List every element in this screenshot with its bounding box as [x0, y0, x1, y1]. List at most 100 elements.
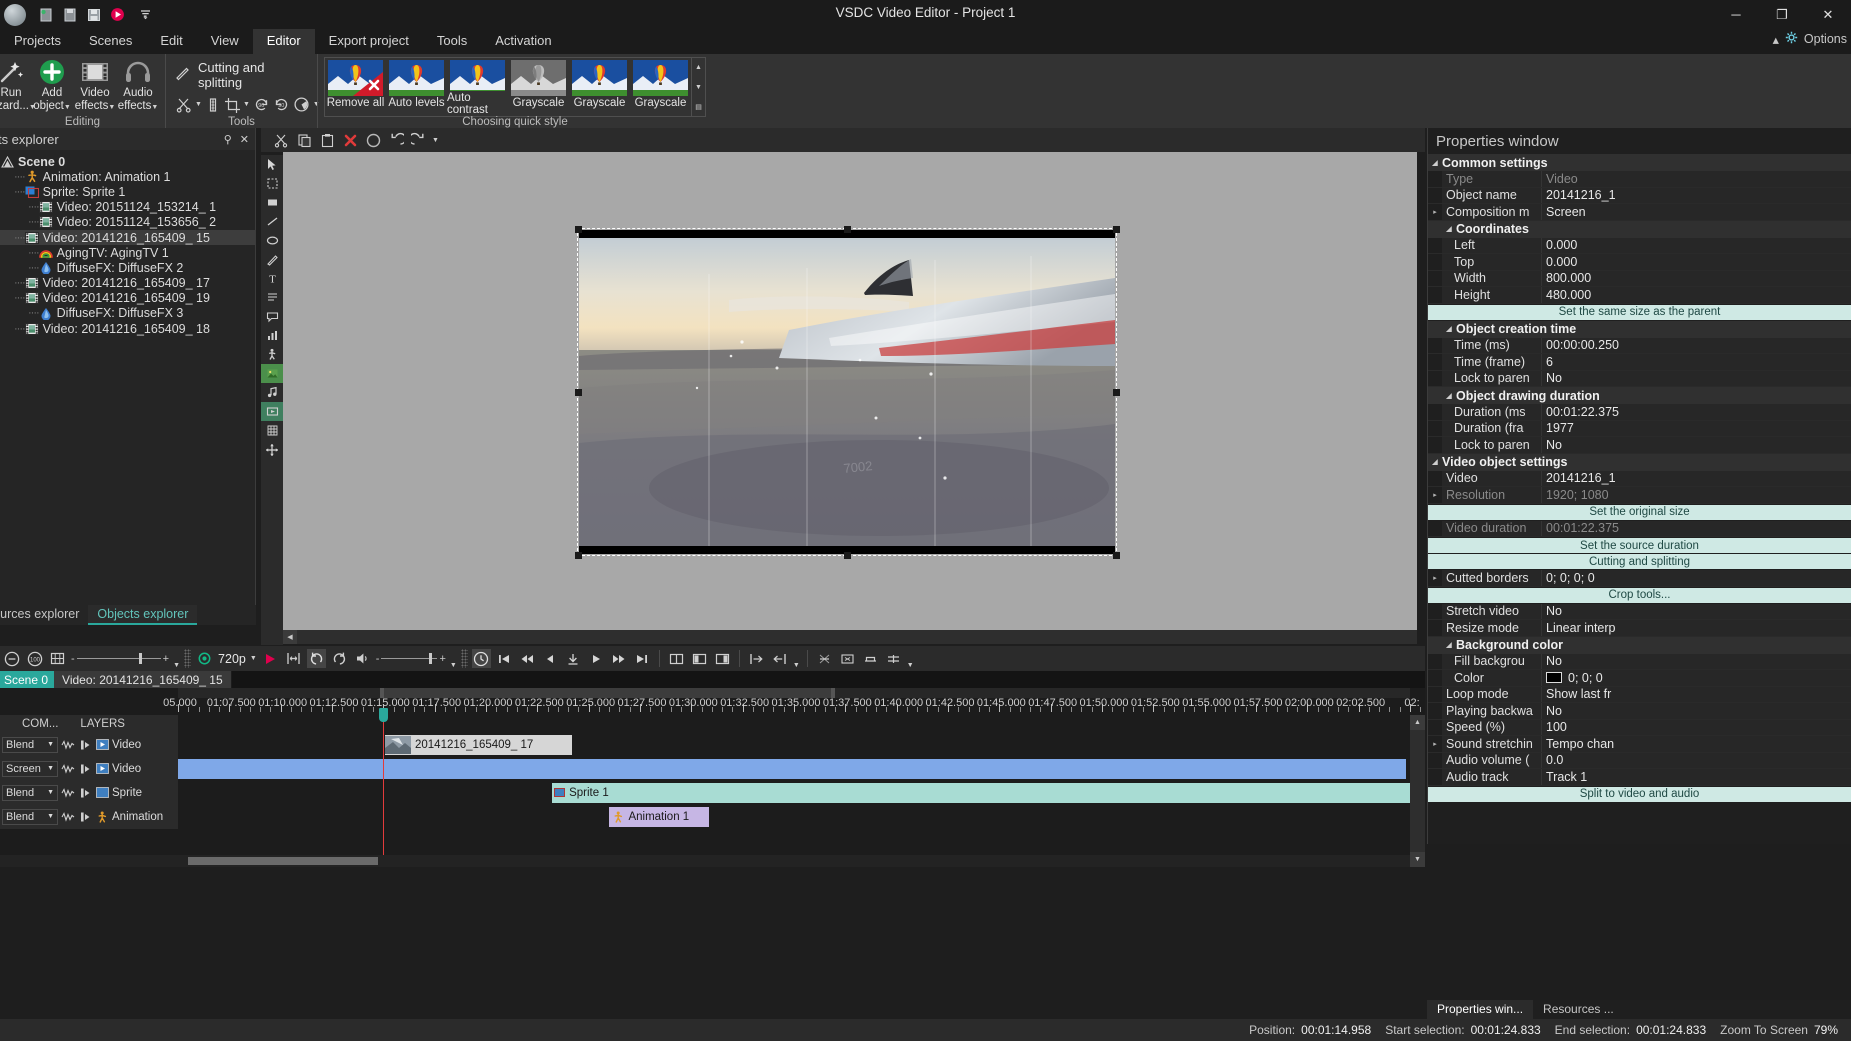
- track-lane[interactable]: Sprite 1: [178, 780, 1425, 805]
- tree-item[interactable]: ···· Video: 20141216_165409_ 19: [0, 291, 255, 306]
- breadcrumb-object[interactable]: Video: 20141216_165409_ 15: [54, 671, 232, 688]
- scissors-caret-icon[interactable]: ▼: [195, 101, 202, 108]
- property-expand-icon[interactable]: [1428, 753, 1442, 769]
- stop-icon[interactable]: [363, 130, 383, 150]
- property-row[interactable]: Height 480.000: [1428, 287, 1851, 304]
- track-lock-icon[interactable]: [78, 738, 92, 752]
- group-collapse-icon[interactable]: ◢: [1428, 159, 1442, 167]
- property-row[interactable]: Duration (fra 1977: [1428, 420, 1851, 437]
- split-view-icon[interactable]: [667, 649, 686, 668]
- rewind-icon[interactable]: [518, 649, 537, 668]
- property-row[interactable]: Fill backgrou No: [1428, 653, 1851, 670]
- timeline-hscroll-thumb[interactable]: [188, 857, 378, 865]
- timeline-ruler-zone[interactable]: 05.000 01:07.500 01:10.000 01:12.500 01:15.0…: [163, 688, 1453, 715]
- property-expand-icon[interactable]: [1428, 703, 1442, 719]
- property-row[interactable]: Video duration 00:01:22.375: [1428, 520, 1851, 537]
- property-expand-icon[interactable]: [1428, 620, 1442, 636]
- properties-tab-0[interactable]: Properties win...: [1427, 1000, 1534, 1019]
- property-expand-icon[interactable]: [1428, 604, 1442, 620]
- tree-item[interactable]: ···· DiffuseFX: DiffuseFX 3: [0, 306, 255, 321]
- video-effects-button[interactable]: Video effects▼: [74, 57, 116, 113]
- property-row[interactable]: ▸ Sound stretchin Tempo chan: [1428, 736, 1851, 753]
- ribbon-tab-tools[interactable]: Tools: [423, 29, 481, 54]
- resize-handle[interactable]: [1113, 226, 1120, 233]
- gear-icon[interactable]: [1785, 31, 1798, 47]
- pin-icon[interactable]: ⚲: [224, 133, 232, 146]
- start-sel-icon[interactable]: [747, 649, 766, 668]
- reset-icon[interactable]: [330, 649, 349, 668]
- resize-handle[interactable]: [575, 389, 582, 396]
- run-wizard-button[interactable]: Run wizard...▼: [0, 57, 36, 113]
- quick-style-grayscale-4[interactable]: Grayscale: [569, 58, 630, 116]
- property-value[interactable]: No: [1542, 703, 1851, 719]
- paste-icon[interactable]: [317, 130, 337, 150]
- close-icon[interactable]: ✕: [240, 133, 249, 146]
- quality-caret-icon[interactable]: ▼: [250, 655, 257, 662]
- property-value[interactable]: Track 1: [1542, 769, 1851, 785]
- blend-mode-select[interactable]: Blend ▼: [2, 808, 58, 825]
- property-expand-icon[interactable]: [1428, 654, 1442, 670]
- property-expand-icon[interactable]: [1428, 437, 1442, 453]
- property-value[interactable]: 00:01:22.375: [1542, 404, 1851, 420]
- gallery-scroll-down-icon[interactable]: ▼: [692, 78, 705, 97]
- property-value[interactable]: 20141216_1: [1542, 187, 1851, 203]
- tree-item[interactable]: Scene 0: [0, 154, 255, 169]
- property-expand-icon[interactable]: [1428, 371, 1442, 387]
- property-action-button[interactable]: Set the same size as the parent: [1428, 304, 1851, 320]
- property-value[interactable]: No: [1542, 653, 1851, 669]
- property-value[interactable]: 100: [1542, 719, 1851, 735]
- volume-caret-icon[interactable]: ▼: [450, 662, 457, 671]
- resize-handle[interactable]: [575, 552, 582, 559]
- close-button[interactable]: ✕: [1805, 0, 1851, 29]
- property-expand-icon[interactable]: ▸: [1428, 736, 1442, 752]
- gallery-scroll-up-icon[interactable]: ▲: [692, 58, 705, 77]
- ribbon-tab-projects[interactable]: Projects: [0, 29, 75, 54]
- timeline-clip[interactable]: [178, 758, 1407, 779]
- property-action-button[interactable]: Set the source duration: [1428, 538, 1851, 553]
- frame-icon[interactable]: [284, 649, 303, 668]
- property-action-button[interactable]: Cutting and splitting: [1428, 554, 1851, 569]
- property-value[interactable]: 20141216_1: [1542, 470, 1851, 486]
- property-row[interactable]: Time (frame) 6: [1428, 354, 1851, 371]
- play-transport-icon[interactable]: [587, 649, 606, 668]
- clock-icon[interactable]: [471, 649, 491, 668]
- property-value[interactable]: No: [1542, 370, 1851, 386]
- timeline-clip[interactable]: Sprite 1: [552, 782, 1419, 803]
- property-value[interactable]: 0; 0; 0: [1542, 670, 1851, 686]
- loop-icon[interactable]: [306, 649, 326, 668]
- property-expand-icon[interactable]: [1428, 670, 1442, 686]
- effects-wheel-icon[interactable]: [293, 95, 310, 114]
- resize-handle[interactable]: [844, 226, 851, 233]
- playhead-handle[interactable]: [378, 708, 388, 722]
- zoom-100-icon[interactable]: 100: [25, 649, 44, 668]
- properties-tab-1[interactable]: Resources ...: [1533, 1000, 1624, 1019]
- maximize-button[interactable]: ❐: [1759, 0, 1805, 29]
- subtitle-icon[interactable]: [261, 288, 283, 307]
- marker-icon[interactable]: [564, 649, 583, 668]
- split-marker-icon[interactable]: [205, 95, 221, 114]
- zoom-slider-caret-icon[interactable]: ▼: [173, 662, 180, 671]
- ribbon-tab-activation[interactable]: Activation: [481, 29, 565, 54]
- property-expand-icon[interactable]: ▸: [1428, 204, 1442, 220]
- tree-item[interactable]: ···· Video: 20151124_153214_ 1: [0, 200, 255, 215]
- property-action-button[interactable]: Crop tools...: [1428, 587, 1851, 603]
- quick-style-grayscale-5[interactable]: Grayscale: [630, 58, 691, 116]
- property-value[interactable]: 480.000: [1542, 287, 1851, 303]
- track-lock-icon[interactable]: [78, 810, 92, 824]
- property-row[interactable]: Stretch video No: [1428, 603, 1851, 620]
- next-marker-icon[interactable]: [713, 649, 732, 668]
- property-row[interactable]: Loop mode Show last fr: [1428, 686, 1851, 703]
- property-row[interactable]: ▸ Resolution 1920; 1080: [1428, 487, 1851, 504]
- step-back-icon[interactable]: [541, 649, 560, 668]
- property-expand-icon[interactable]: [1428, 471, 1442, 487]
- preview-canvas[interactable]: 7002: [283, 152, 1417, 644]
- gallery-expand-icon[interactable]: ▤: [692, 97, 705, 116]
- scroll-left-button[interactable]: ◀: [283, 630, 297, 644]
- prev-marker-icon[interactable]: [690, 649, 709, 668]
- property-expand-icon[interactable]: [1428, 171, 1442, 187]
- property-value[interactable]: Linear interp: [1542, 620, 1851, 636]
- property-value[interactable]: Screen: [1542, 204, 1851, 220]
- redo-icon[interactable]: [409, 130, 429, 150]
- group-collapse-icon[interactable]: ◢: [1442, 225, 1456, 233]
- timeline-ruler[interactable]: 05.000 01:07.500 01:10.000 01:12.500 01:15.0…: [163, 697, 1453, 715]
